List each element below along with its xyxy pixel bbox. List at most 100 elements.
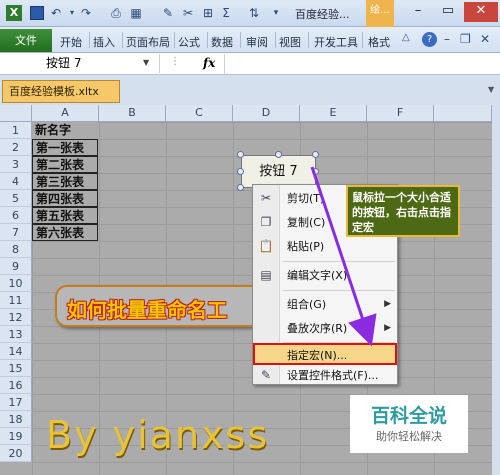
- row-header[interactable]: 17: [0, 394, 32, 411]
- tab-file[interactable]: 文件: [0, 29, 52, 52]
- resize-handle[interactable]: [237, 168, 244, 175]
- column-header-f[interactable]: F: [367, 105, 434, 122]
- tab-formulas[interactable]: 公式: [178, 34, 200, 50]
- row-header[interactable]: 6: [0, 207, 32, 224]
- name-box[interactable]: 按钮 7: [0, 54, 160, 73]
- table-icon[interactable]: ⊞: [200, 5, 216, 21]
- cell-a5[interactable]: 第四张表: [32, 190, 98, 207]
- row-header[interactable]: 11: [0, 292, 32, 309]
- row-header[interactable]: 18: [0, 411, 32, 428]
- print-preview-icon[interactable]: ⎙: [108, 5, 124, 21]
- row-header[interactable]: 20: [0, 445, 32, 462]
- excel-logo-icon[interactable]: X: [6, 5, 22, 21]
- cell-a4[interactable]: 第三张表: [32, 173, 98, 190]
- column-header-d[interactable]: D: [233, 105, 300, 122]
- tab-separator: [275, 32, 276, 48]
- row-header[interactable]: 16: [0, 377, 32, 394]
- cut-icon[interactable]: ✂: [180, 5, 196, 21]
- customize-toolbar-icon[interactable]: ▾: [268, 5, 284, 21]
- edit-text-icon: ▤: [260, 268, 272, 282]
- title-banner: 如何批量重命名工: [55, 285, 270, 327]
- tab-dropdown-icon[interactable]: ▼: [488, 85, 496, 94]
- row-header[interactable]: 14: [0, 343, 32, 360]
- menu-item-paste[interactable]: 📋 粘贴(P): [253, 236, 397, 257]
- row-header[interactable]: 12: [0, 309, 32, 326]
- row-header[interactable]: 4: [0, 173, 32, 190]
- formula-separator: [224, 54, 225, 74]
- column-header-b[interactable]: B: [99, 105, 166, 122]
- resize-handle[interactable]: [237, 151, 244, 158]
- close-workbook-icon[interactable]: ✕: [480, 32, 490, 46]
- cell-a7[interactable]: 第六张表: [32, 224, 98, 241]
- cell-a6[interactable]: 第五张表: [32, 207, 98, 224]
- undo-icon[interactable]: ↶: [48, 5, 64, 21]
- menu-item-format-control[interactable]: ✎ 设置控件格式(F)...: [253, 365, 397, 386]
- tab-insert[interactable]: 插入: [93, 34, 115, 50]
- select-all-corner[interactable]: [0, 105, 32, 122]
- menu-item-label: 叠放次序(R): [287, 322, 348, 335]
- tab-data[interactable]: 数据: [211, 34, 233, 50]
- minimize-workbook-icon[interactable]: –: [444, 32, 450, 46]
- row-header[interactable]: 13: [0, 326, 32, 343]
- cell-a2[interactable]: 第一张表: [32, 139, 98, 156]
- collapse-ribbon-icon[interactable]: △: [402, 32, 410, 43]
- cell-a3[interactable]: 第二张表: [32, 156, 98, 173]
- format-painter-icon[interactable]: ✎: [160, 5, 176, 21]
- save-icon[interactable]: [30, 6, 44, 20]
- cell-a1[interactable]: 新名字: [32, 122, 98, 139]
- vertical-scrollbar[interactable]: [492, 105, 500, 475]
- drawing-tools-context-tab[interactable]: 绘...: [366, 0, 394, 27]
- tab-review[interactable]: 审阅: [246, 34, 268, 50]
- row-header[interactable]: 8: [0, 241, 32, 258]
- resize-handle[interactable]: [312, 168, 319, 175]
- column-header-a[interactable]: A: [32, 105, 99, 122]
- minimize-button[interactable]: –: [404, 2, 432, 22]
- row-header[interactable]: 5: [0, 190, 32, 207]
- row-header[interactable]: 10: [0, 275, 32, 292]
- worksheet: A B C D E F 1 2 3 4 5 6 7 8 9 10 11 12 1…: [0, 105, 500, 475]
- borders-icon[interactable]: ▦: [128, 5, 144, 21]
- banner-text: 如何批量重命名工: [67, 298, 227, 322]
- autosum-icon[interactable]: Σ: [218, 5, 234, 21]
- tab-format[interactable]: 格式: [368, 34, 390, 50]
- name-box-dropdown-icon[interactable]: ▼: [143, 58, 149, 67]
- sort-icon[interactable]: ⇅: [246, 5, 262, 21]
- tab-separator: [240, 32, 241, 48]
- menu-separator: [283, 290, 395, 291]
- tab-view[interactable]: 视图: [279, 34, 301, 50]
- resize-handle[interactable]: [237, 184, 244, 191]
- tab-developer[interactable]: 开发工具: [314, 34, 358, 50]
- workbook-tab[interactable]: 百度经验模板.xltx: [2, 80, 120, 103]
- copy-icon: ❐: [260, 215, 272, 229]
- row-header[interactable]: 19: [0, 428, 32, 445]
- instruction-callout: 鼠标拉一个大小合适的按钮，右击点击指定宏: [346, 185, 460, 237]
- tab-page-layout[interactable]: 页面布局: [126, 34, 170, 50]
- menu-item-label: 编辑文字(X): [287, 269, 348, 282]
- tab-home[interactable]: 开始: [60, 34, 82, 50]
- menu-item-order[interactable]: 叠放次序(R) ▶: [253, 318, 397, 339]
- insert-function-icon[interactable]: fx: [203, 56, 215, 70]
- close-button[interactable]: ✕: [464, 2, 498, 22]
- row-header[interactable]: 1: [0, 122, 32, 139]
- row-header[interactable]: 2: [0, 139, 32, 156]
- format-control-icon: ✎: [260, 368, 272, 382]
- row-header[interactable]: 9: [0, 258, 32, 275]
- maximize-button[interactable]: ▭: [434, 2, 462, 22]
- column-header-g[interactable]: [434, 105, 492, 122]
- row-header[interactable]: 3: [0, 156, 32, 173]
- resize-handle[interactable]: [312, 151, 319, 158]
- paste-icon: 📋: [258, 239, 274, 253]
- menu-item-group[interactable]: 组合(G) ▶: [253, 294, 397, 315]
- menu-item-edit-text[interactable]: ▤ 编辑文字(X): [253, 265, 397, 286]
- help-icon[interactable]: ?: [422, 32, 437, 47]
- menu-item-label: 设置控件格式(F)...: [287, 369, 379, 382]
- redo-icon[interactable]: ↷: [78, 5, 94, 21]
- row-header[interactable]: 7: [0, 224, 32, 241]
- logo-main-text: 百科全说: [370, 405, 447, 427]
- column-header-e[interactable]: E: [300, 105, 367, 122]
- restore-workbook-icon[interactable]: ❐: [460, 32, 471, 46]
- row-header[interactable]: 15: [0, 360, 32, 377]
- column-header-c[interactable]: C: [166, 105, 233, 122]
- resize-handle[interactable]: [275, 151, 282, 158]
- menu-item-assign-macro[interactable]: 指定宏(N)...: [253, 343, 397, 365]
